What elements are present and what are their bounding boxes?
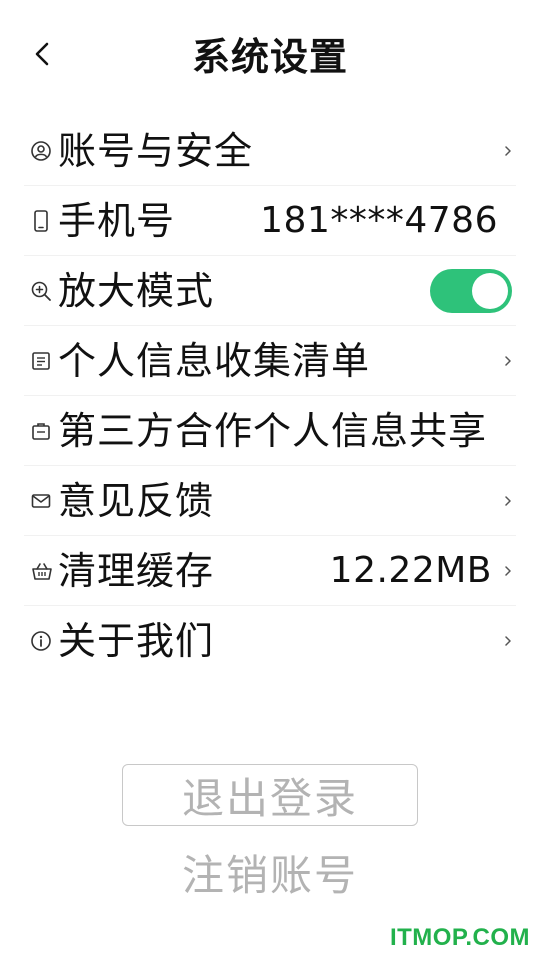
settings-item-label: 账号与安全 [58, 128, 254, 173]
settings-item-personal-info-list[interactable]: 个人信息收集清单 [24, 326, 516, 396]
settings-item-label: 清理缓存 [58, 548, 215, 593]
chevron-right-icon [505, 355, 511, 366]
page-title: 系统设置 [191, 35, 348, 79]
toggle-knob [472, 272, 508, 309]
zoom-mode-toggle[interactable] [430, 268, 512, 313]
settings-item-clear-cache[interactable]: 清理缓存 12.22MB [24, 536, 516, 606]
settings-item-account-security[interactable]: 账号与安全 [24, 116, 516, 186]
chevron-right-icon [505, 145, 511, 156]
settings-page: 系统设置 账号与安全 手机号 181****4786 放大模式 个人信息收集清单… [0, 0, 540, 960]
mail-icon [31, 493, 51, 508]
zoom-icon [31, 281, 51, 301]
phone-icon [34, 209, 48, 232]
settings-item-phone[interactable]: 手机号 181****4786 [24, 186, 516, 256]
settings-item-third-party-sharing[interactable]: 第三方合作个人信息共享 [24, 396, 516, 466]
account-security-icon [31, 140, 51, 161]
logout-button[interactable]: 退出登录 [122, 764, 418, 826]
settings-item-label: 关于我们 [58, 619, 215, 663]
header: 系统设置 [0, 0, 540, 116]
settings-item-label: 第三方合作个人信息共享 [58, 408, 488, 453]
settings-item-label: 意见反馈 [58, 478, 215, 523]
settings-item-label: 手机号 [58, 198, 176, 243]
settings-item-feedback[interactable]: 意见反馈 [24, 466, 516, 536]
cache-size-value: 12.22MB [329, 549, 492, 591]
watermark: ITMOP.COM [389, 924, 530, 951]
briefcase-icon [32, 422, 50, 440]
chevron-right-icon [505, 636, 511, 646]
phone-number-value: 181****4786 [260, 199, 498, 241]
cancel-account-link[interactable]: 注销账号 [0, 846, 540, 906]
basket-icon [32, 562, 52, 580]
chevron-right-icon [505, 565, 511, 576]
settings-item-label: 放大模式 [58, 268, 215, 313]
settings-list: 账号与安全 手机号 181****4786 放大模式 个人信息收集清单 第三方合… [24, 116, 516, 676]
document-list-icon [32, 351, 50, 370]
chevron-right-icon [505, 495, 511, 506]
settings-item-about-us[interactable]: 关于我们 [24, 606, 516, 676]
settings-item-label: 个人信息收集清单 [58, 338, 371, 383]
info-icon [31, 631, 51, 651]
settings-item-zoom-mode: 放大模式 [24, 256, 516, 326]
